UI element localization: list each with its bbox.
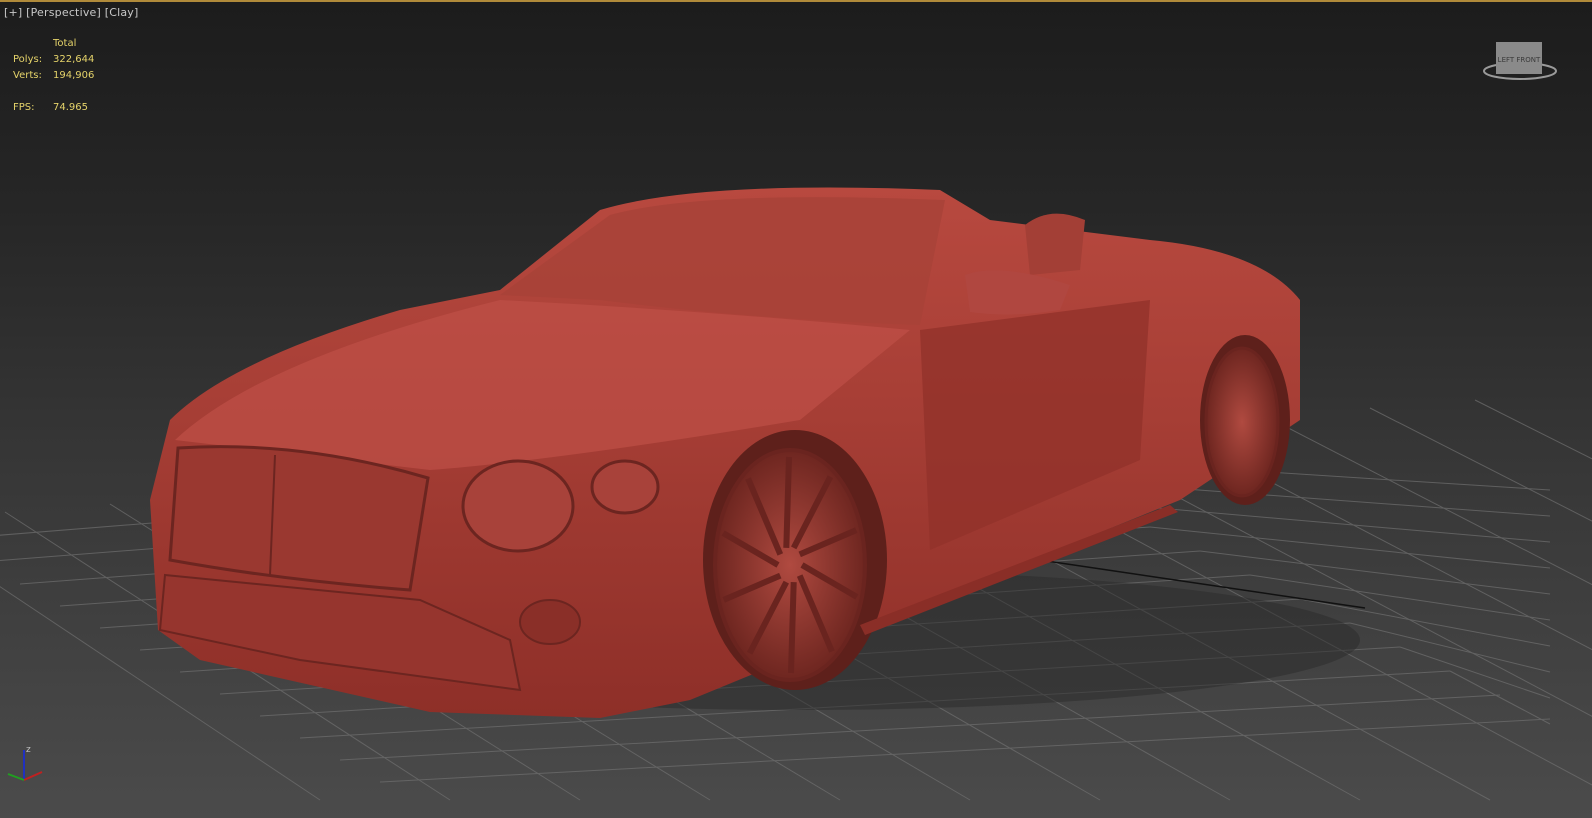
viewport-scene[interactable] [0,0,1592,818]
grid-line [1264,415,1592,586]
verts-label: Verts: [13,70,42,81]
stats-header: Total [53,38,77,49]
polys-label: Polys: [13,54,43,65]
grid-line [1349,622,1551,673]
grid-line [1199,550,1551,595]
viewcube[interactable]: LEFT FRONT [1482,38,1558,84]
viewport-label: [+] [Perspective] [Clay] [4,6,138,19]
grid-line [1474,399,1592,460]
grid-line [1449,670,1551,725]
view-mode-button[interactable]: [Perspective] [26,6,101,19]
grid-line [379,718,1551,783]
verts-value: 194,906 [53,70,95,81]
statistics-overlay: Total Polys: 322,644 Verts: 194,906 FPS: 74… [13,36,94,116]
viewport-menu-button[interactable]: [+] [4,6,22,19]
grid-line [1149,526,1551,569]
fps-value: 74.965 [53,102,88,113]
wheel-spoke [783,456,793,548]
fps-label: FPS: [13,102,35,113]
car-model[interactable] [150,187,1360,719]
shading-mode-button[interactable]: [Clay] [105,6,139,19]
grid-line [1369,407,1592,522]
axis-tripod-icon: z [7,745,43,781]
axis-z-label: z [26,745,31,755]
polys-value: 322,644 [53,54,95,65]
wheel-spoke [787,582,797,674]
viewcube-face-label: LEFT FRONT [1498,56,1541,64]
